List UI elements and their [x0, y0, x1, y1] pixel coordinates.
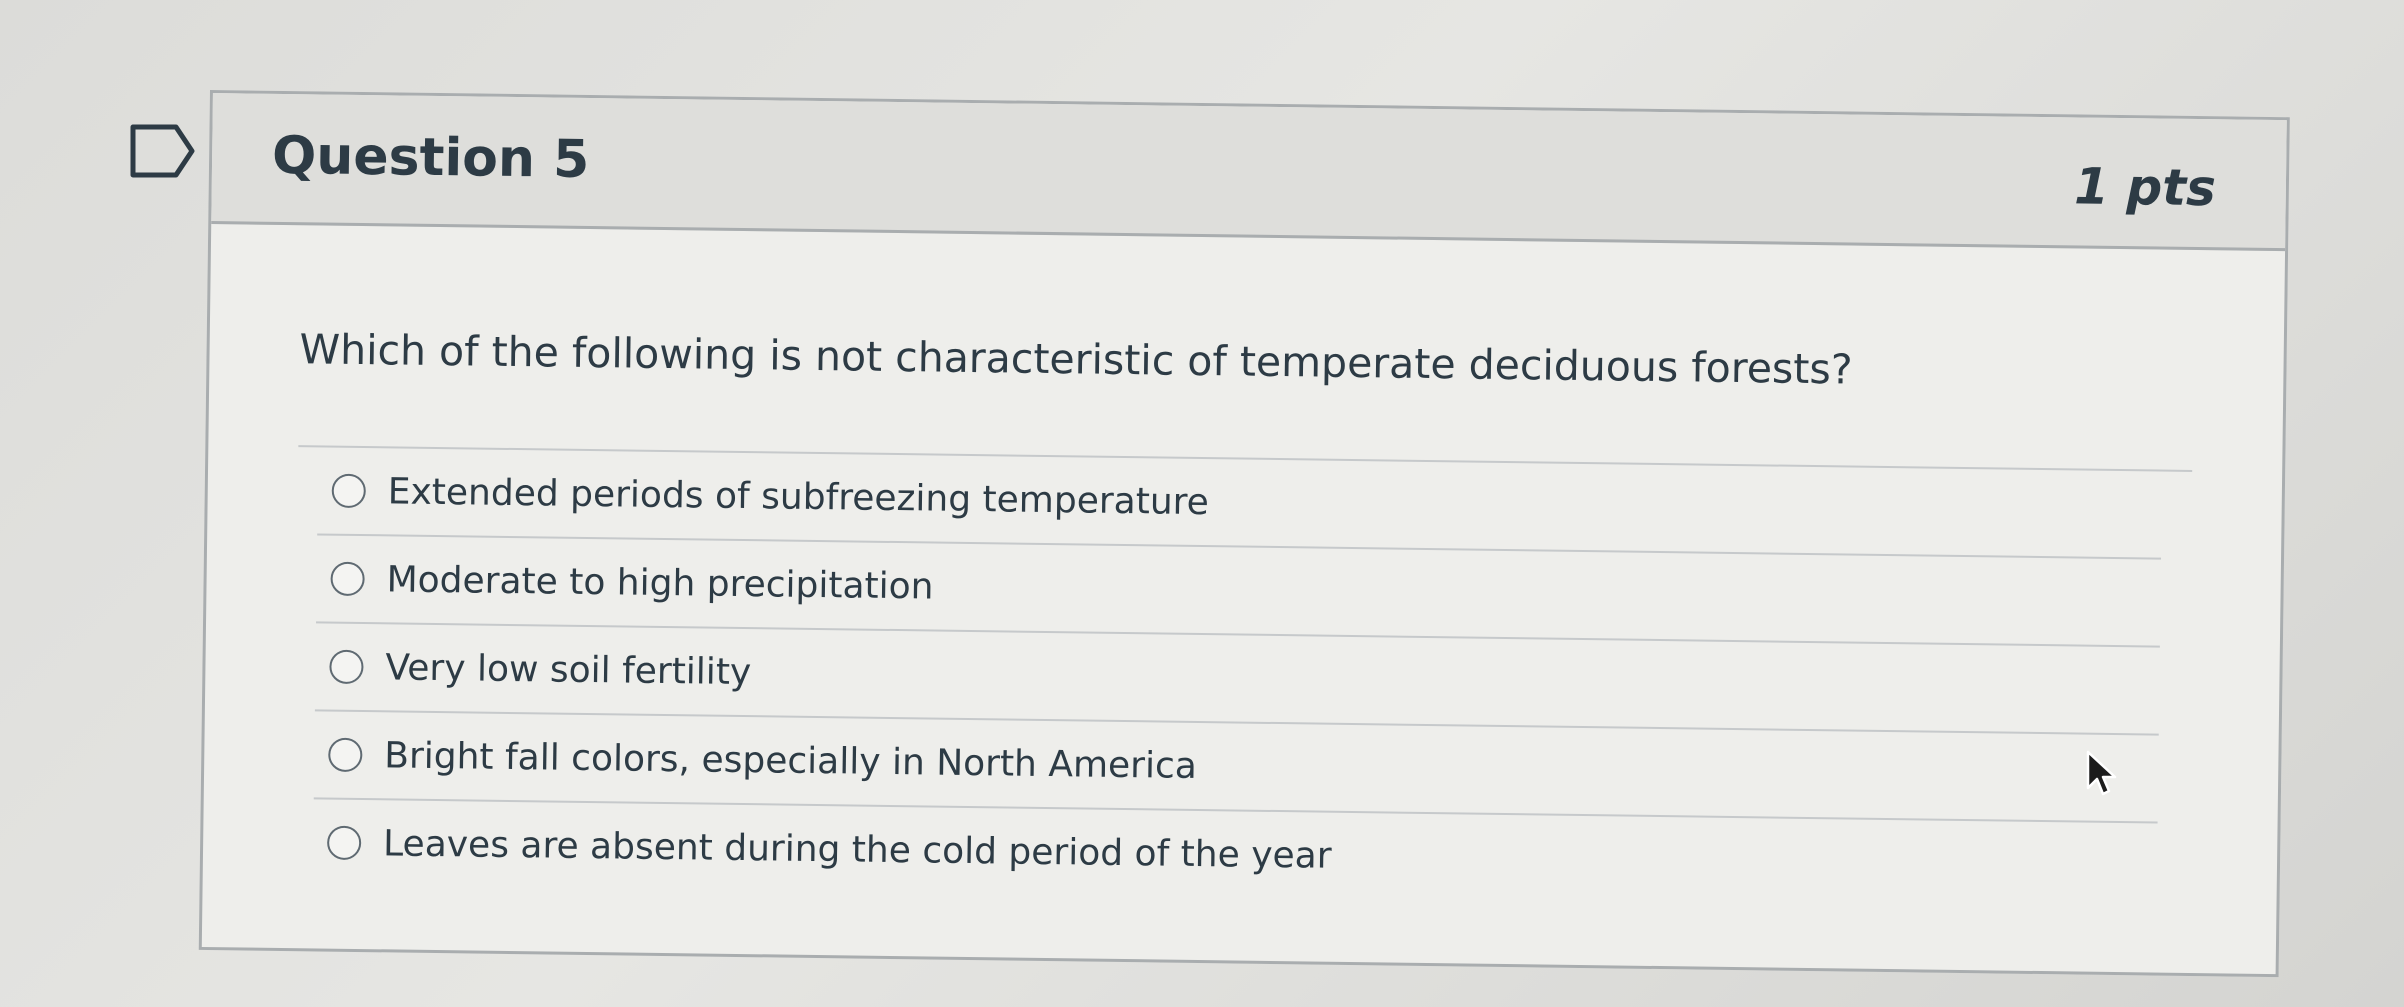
- answer-label[interactable]: Leaves are absent during the cold period…: [383, 823, 1332, 876]
- answer-label[interactable]: Very low soil fertility: [385, 647, 751, 693]
- question-points: 1 pts: [2073, 157, 2217, 218]
- mouse-pointer-icon: [2086, 750, 2117, 796]
- question-body: Which of the following is not characteri…: [203, 224, 2285, 911]
- answer-radio[interactable]: [330, 561, 365, 597]
- flag-question-icon[interactable]: [128, 122, 198, 180]
- answer-radio[interactable]: [331, 473, 366, 509]
- answer-list: Extended periods of subfreezing temperat…: [293, 447, 2193, 910]
- question-card: Question 5 1 pts Which of the following …: [198, 90, 2290, 978]
- question-title: Question 5: [271, 125, 590, 190]
- answer-radio[interactable]: [326, 825, 362, 861]
- answer-radio[interactable]: [328, 737, 363, 773]
- answer-label[interactable]: Extended periods of subfreezing temperat…: [387, 471, 1209, 523]
- answer-label[interactable]: Moderate to high precipitation: [386, 559, 933, 607]
- answer-label[interactable]: Bright fall colors, especially in North …: [384, 735, 1197, 787]
- answer-radio[interactable]: [329, 649, 364, 685]
